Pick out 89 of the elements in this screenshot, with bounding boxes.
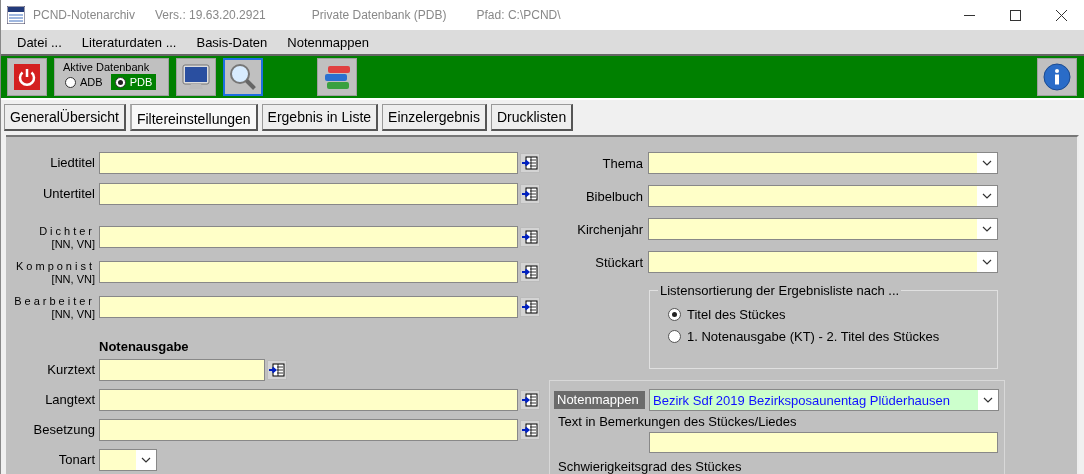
field-label: Text in Bemerkungen des Stückes/Liedes [558, 414, 798, 429]
field-label: Kurztext [47, 362, 95, 378]
dropdown[interactable] [648, 251, 998, 273]
database-text: Private Datenbank (PDB) [311, 8, 447, 22]
import-table-icon [522, 187, 538, 201]
power-icon [14, 64, 40, 90]
text-field[interactable] [99, 419, 518, 441]
section-heading: Notenausgabe [99, 339, 190, 354]
import-table-icon [522, 230, 538, 244]
text-field[interactable] [99, 261, 518, 283]
radio-option[interactable]: ADB [61, 74, 107, 90]
text-field[interactable] [99, 183, 518, 205]
tab[interactable]: Ergebnis in Liste [261, 104, 379, 131]
app-icon [7, 6, 25, 24]
import-table-icon [522, 156, 538, 170]
field-label: Notenmappen [554, 391, 645, 409]
field-label: Tonart [58, 452, 95, 468]
text-field[interactable] [99, 296, 518, 318]
radio-button[interactable] [668, 308, 681, 321]
text-field[interactable] [99, 152, 518, 174]
field-hint: [NN, VN] [51, 272, 95, 285]
tab[interactable]: Drucklisten [490, 104, 574, 131]
close-icon [1055, 9, 1067, 21]
books-icon [322, 63, 352, 91]
lookup-button[interactable] [520, 227, 540, 247]
lookup-button[interactable] [520, 420, 540, 440]
info-icon [1043, 63, 1071, 91]
lookup-button[interactable] [520, 153, 540, 173]
field-label: Liedtitel [50, 155, 95, 171]
dropdown[interactable] [648, 185, 998, 207]
field-label: Langtext [45, 392, 95, 408]
import-table-icon [269, 363, 285, 377]
field-label: Untertitel [42, 186, 95, 202]
toolbar-button[interactable] [1037, 58, 1077, 96]
text-field[interactable] [99, 226, 518, 248]
field-label: Thema [601, 155, 643, 171]
search-icon [228, 62, 258, 92]
chevron-down-icon [983, 397, 993, 403]
radio-button[interactable] [668, 330, 681, 343]
field-label: Komponist [16, 259, 95, 273]
field-label: Bibelbuch [584, 188, 643, 204]
field-label: Stückart [594, 254, 643, 270]
maximize-icon [1009, 9, 1021, 21]
field-hint: [NN, VN] [51, 237, 95, 250]
field-label: Besetzung [33, 422, 95, 438]
import-table-icon [522, 300, 538, 314]
menu-item[interactable]: Datei ... [9, 34, 70, 50]
radio-option[interactable]: PDB [110, 74, 157, 90]
lookup-button[interactable] [520, 184, 540, 204]
radio-option[interactable]: 1. Notenausgabe (KT) - 2. Titel des Stückes [668, 329, 997, 344]
chevron-down-icon [982, 193, 992, 199]
group-label: Aktive Datenbank [62, 61, 151, 73]
toolbar-button[interactable] [223, 58, 263, 96]
chevron-down-icon [982, 160, 992, 166]
text-field[interactable] [649, 432, 998, 453]
text-field[interactable] [99, 359, 265, 381]
path-text: Pfad: C:\PCND\ [476, 8, 561, 22]
group-label: Listensortierung der Ergebnisliste nach ... [658, 283, 902, 298]
tab[interactable]: GeneralÜbersicht [4, 104, 126, 131]
text-field[interactable] [99, 389, 518, 411]
window-title: PCND-Notenarchiv [33, 8, 136, 22]
menu-item[interactable]: Notenmappen [279, 34, 377, 50]
lookup-button[interactable] [520, 297, 540, 317]
chevron-down-icon [141, 457, 151, 463]
lookup-button[interactable] [520, 262, 540, 282]
field-label: Dichter [39, 224, 95, 238]
field-label: Bearbeiter [14, 294, 95, 308]
field-label: Schwierigkeitsgrad des Stückes [558, 459, 743, 474]
version-text: Vers.: 19.63.20.2921 [155, 8, 266, 22]
radio-option[interactable]: Titel des Stückes [668, 307, 997, 322]
toolbar-button[interactable] [176, 58, 216, 96]
tab[interactable]: Filtereinstellungen [129, 104, 258, 131]
lookup-button[interactable] [267, 360, 287, 380]
import-table-icon [522, 423, 538, 437]
field-label: Kirchenjahr [576, 221, 643, 237]
dropdown[interactable] [648, 218, 998, 240]
import-table-icon [522, 265, 538, 279]
chevron-down-icon [982, 259, 992, 265]
dropdown[interactable] [99, 449, 157, 471]
lookup-button[interactable] [520, 390, 540, 410]
dropdown[interactable] [648, 152, 998, 174]
import-table-icon [522, 393, 538, 407]
menu-item[interactable]: Literaturdaten ... [73, 34, 185, 50]
toolbar-button[interactable] [7, 58, 47, 96]
dropdown[interactable]: Bezirk Sdf 2019 Bezirksposaunentag Plüderhausen [649, 389, 999, 411]
chevron-down-icon [982, 226, 992, 232]
field-hint: [NN, VN] [51, 307, 95, 320]
menu-item[interactable]: Basis-Daten [188, 34, 276, 50]
tab[interactable]: Einzelergebnis [382, 104, 487, 131]
